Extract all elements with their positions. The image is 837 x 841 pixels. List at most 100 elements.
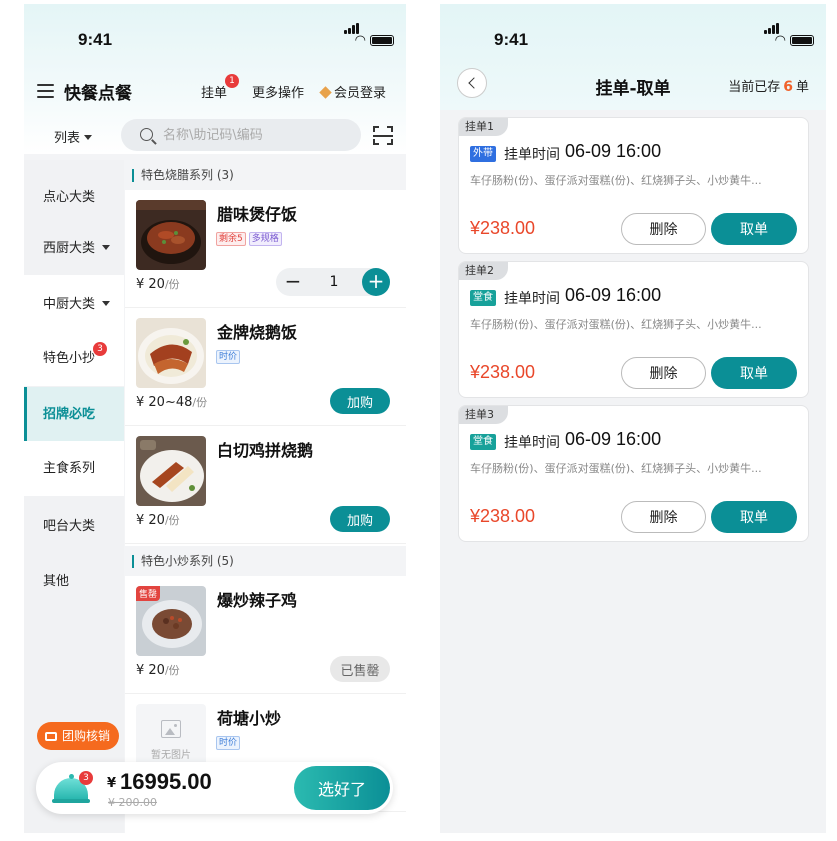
battery-icon [790,35,814,46]
category-label: 特色小抄 [43,351,96,366]
sold-out-tag: 售罄 [136,586,161,601]
stock-tag: 剩余5 [216,232,246,246]
dish-name: 爆炒辣子鸡 [217,591,298,610]
status-bar: 9:41 ◠ [440,23,826,52]
dish-item[interactable]: 腊味煲仔饭 剩余5 多规格 ¥ 20/份 − 1 + [125,190,406,308]
decrease-button[interactable]: − [283,268,303,296]
price-unit: /份 [164,664,180,677]
more-actions-button[interactable]: 更多操作 [252,82,304,101]
group-buy-label: 团购核销 [62,729,111,743]
app-title: 快餐点餐 [64,84,132,104]
chevron-down-icon [102,245,111,250]
ticket-icon [45,732,57,741]
held-order-tag: 挂单1 [459,118,508,136]
retrieve-order-button[interactable]: 取单 [711,213,797,245]
view-mode-dropdown[interactable]: 列表 [54,127,93,146]
hold-order-badge: 1 [225,74,239,88]
order-price: ¥238.00 [470,362,536,382]
delete-order-button[interactable]: 删除 [621,213,706,245]
search-box[interactable] [121,119,361,151]
order-type-badge: 堂食 [470,434,496,450]
retrieve-order-button[interactable]: 取单 [711,357,797,389]
dish-price: ¥ 20/份 [136,276,180,292]
category-item[interactable]: 其他 [24,554,124,609]
group-buy-verify-button[interactable]: 团购核销 [37,722,120,750]
wifi-icon: ◠ [774,33,786,48]
held-order-tag: 挂单2 [459,262,508,280]
market-price-tag: 时价 [216,350,241,364]
category-item[interactable]: 西厨大类 [24,221,124,276]
category-item-active[interactable]: 招牌必吃 [24,387,124,442]
dish-name: 金牌烧鹅饭 [217,323,298,342]
add-to-cart-button[interactable]: 加购 [330,506,390,532]
price-unit: /份 [192,396,208,409]
order-items: 车仔肠粉(份)、蛋仔派对蛋糕(份)、红烧狮子头、小炒黄牛... [470,174,762,187]
quantity-value: 1 [329,274,339,290]
category-label: 点心大类 [43,190,96,205]
category-label: 主食系列 [43,461,96,476]
dish-item[interactable]: 金牌烧鹅饭 时价 ¥ 20~48/份 加购 [125,308,406,426]
battery-icon [370,35,394,46]
category-item[interactable]: 主食系列 [24,441,124,496]
app-header: 快餐点餐 挂单 1 更多操作 会员登录 [24,74,406,108]
held-order-card: 挂单2 堂食 挂单时间 06-09 16:00 车仔肠粉(份)、蛋仔派对蛋糕(份… [458,261,809,398]
view-mode-label: 列表 [54,131,81,146]
price-value: ¥ 20 [136,277,165,292]
original-price: ¥ 200.00 [108,796,157,809]
cart-bar: 3 ¥ 16995.00 ¥ 200.00 选好了 [36,762,393,814]
hold-time-label: 挂单时间 [504,435,560,451]
market-price-tag: 时价 [216,736,241,750]
chevron-down-icon [102,301,111,306]
hold-order-button[interactable]: 挂单 1 [201,74,239,101]
price-unit: /份 [164,278,180,291]
dish-photo [136,200,206,270]
dish-item[interactable]: 白切鸡拼烧鹅 ¥ 20/份 加购 [125,426,406,544]
saved-number: 6 [783,79,793,95]
category-item[interactable]: 中厨大类 [24,275,124,331]
dish-name: 腊味煲仔饭 [217,205,298,224]
increase-button[interactable]: + [362,268,390,296]
order-items: 车仔肠粉(份)、蛋仔派对蛋糕(份)、红烧狮子头、小炒黄牛... [470,318,762,331]
section-header: 特色烧腊系列 (3) [125,160,406,190]
add-to-cart-button[interactable]: 加购 [330,388,390,414]
no-image-label: 暂无图片 [151,750,191,761]
sold-out-button: 已售罄 [330,656,390,682]
multi-spec-tag: 多规格 [248,232,282,246]
dish-price: ¥ 20/份 [136,662,180,678]
retrieve-order-button[interactable]: 取单 [711,501,797,533]
search-icon [140,128,153,141]
category-item[interactable]: 特色小抄 3 [24,331,124,386]
status-time: 9:41 [78,30,113,49]
saved-suffix: 单 [795,80,809,95]
dish-photo [136,318,206,388]
hold-time: 06-09 16:00 [565,429,662,449]
member-login-button[interactable]: 会员登录 [319,82,386,101]
dish-name: 荷塘小炒 [217,709,282,728]
order-type-badge: 外带 [470,146,496,162]
status-time: 9:41 [494,30,529,49]
category-item[interactable]: 点心大类 [24,170,124,225]
search-row: 列表 [24,119,406,151]
dish-tags: 时价 [216,344,243,364]
category-item[interactable]: 吧台大类 [24,499,124,554]
category-label: 中厨大类 [43,297,96,312]
hamburger-menu-icon[interactable] [37,84,54,98]
delete-order-button[interactable]: 删除 [621,357,706,389]
price-value: ¥ 20 [136,513,165,528]
dish-photo: 售罄 [136,586,206,656]
menu-ordering-screen: 9:41 ◠ 快餐点餐 挂单 1 更多操作 会员登录 列表 点心大类 西厨大类 … [24,4,406,833]
delete-order-button[interactable]: 删除 [621,501,706,533]
dish-list: 特色烧腊系列 (3) 腊味煲仔饭 剩余5 多规格 ¥ 20/份 − 1 + 金牌… [125,160,406,833]
price-unit: /份 [164,514,180,527]
order-price: ¥238.00 [470,218,536,238]
category-label: 西厨大类 [43,241,96,256]
section-header: 特色小炒系列 (5) [125,546,406,576]
saved-prefix: 当前已存 [728,80,781,95]
held-order-tag: 挂单3 [459,406,508,424]
search-input[interactable] [163,119,353,151]
dish-item[interactable]: 售罄 爆炒辣子鸡 ¥ 20/份 已售罄 [125,576,406,694]
category-label: 其他 [43,574,70,589]
scan-icon[interactable] [373,126,393,145]
dish-photo [136,436,206,506]
checkout-button[interactable]: 选好了 [294,766,390,810]
